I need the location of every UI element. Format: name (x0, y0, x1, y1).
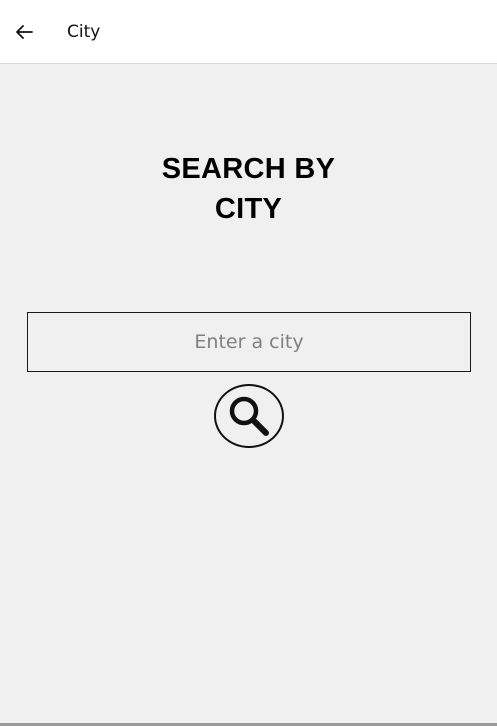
page-heading: SEARCH BY CITY (0, 149, 497, 229)
window-title: City (67, 22, 101, 42)
arrow-left-icon (16, 25, 33, 39)
main-content: SEARCH BY CITY (0, 65, 497, 723)
title-bar: City (0, 0, 497, 64)
city-search-input[interactable] (27, 312, 471, 372)
heading-line-1: SEARCH BY (161, 153, 336, 185)
search-button[interactable] (214, 384, 284, 448)
magnifier-icon (229, 396, 269, 436)
back-button[interactable] (6, 14, 42, 50)
heading-line-2: CITY (214, 193, 283, 225)
